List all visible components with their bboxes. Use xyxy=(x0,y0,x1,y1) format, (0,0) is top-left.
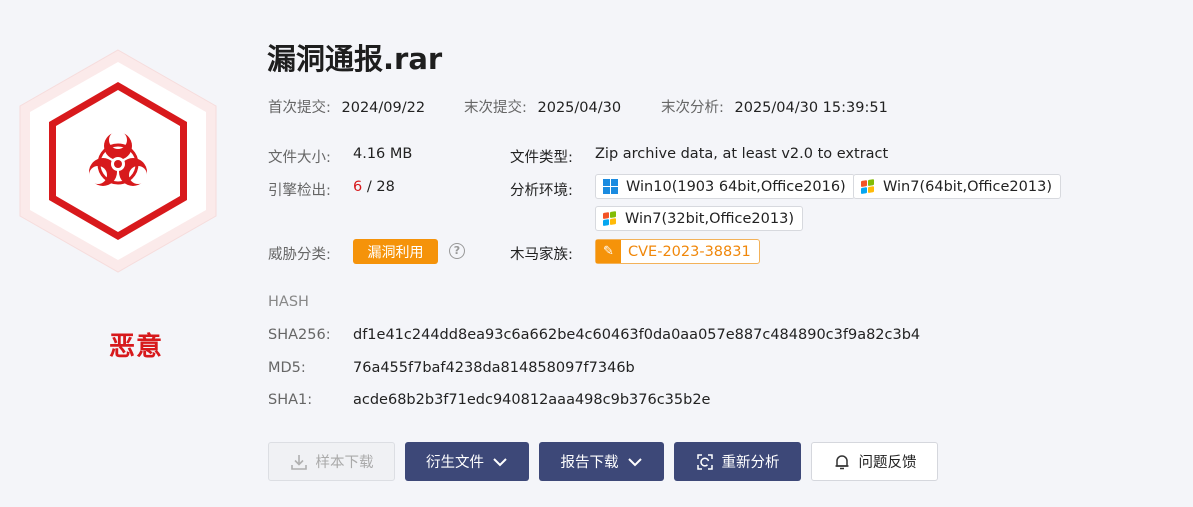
engines-row: 引擎检出: xyxy=(268,179,331,200)
bell-icon xyxy=(835,454,848,469)
reanalyze-button[interactable]: 重新分析 xyxy=(674,442,801,481)
engines-total: 28 xyxy=(376,179,395,195)
chevron-down-icon xyxy=(627,457,642,466)
download-sample-label: 样本下载 xyxy=(315,455,374,471)
meta-last-analysis: 末次分析: 2025/04/30 15:39:51 xyxy=(661,96,888,117)
meta-key: 末次提交: xyxy=(464,100,527,116)
sha256-row: SHA256: df1e41c244dd8ea93c6a662be4c60463f… xyxy=(268,327,920,343)
engines-value: 6 / 28 xyxy=(353,179,395,195)
env-key: 分析环境: xyxy=(510,183,573,199)
report-download-button[interactable]: 报告下载 xyxy=(539,442,664,481)
windows7-icon xyxy=(861,178,875,195)
family-key: 木马家族: xyxy=(510,247,573,263)
file-type-key: 文件类型: xyxy=(510,150,573,166)
engines-separator: / xyxy=(362,179,377,195)
meta-last-submit: 末次提交: 2025/04/30 xyxy=(464,96,621,117)
env-chip-win7-32[interactable]: Win7(32bit,Office2013) xyxy=(595,206,803,231)
meta-value: 2025/04/30 15:39:51 xyxy=(734,100,888,116)
feedback-button[interactable]: 问题反馈 xyxy=(811,442,938,481)
meta-first-submit: 首次提交: 2024/09/22 xyxy=(268,96,425,117)
env-label: Win10(1903 64bit,Office2016) xyxy=(626,178,846,195)
biohazard-icon xyxy=(89,131,147,186)
engines-detected: 6 xyxy=(353,179,363,195)
file-size-value: 4.16 MB xyxy=(353,146,413,162)
md5-value: 76a455f7baf4238da814858097f7346b xyxy=(353,360,635,376)
malware-family-tag[interactable]: ✎ CVE-2023-38831 xyxy=(595,239,760,264)
env-label: Win7(32bit,Office2013) xyxy=(625,210,794,227)
sha256-value: df1e41c244dd8ea93c6a662be4c60463f0da0aa0… xyxy=(353,327,921,343)
threat-key: 威胁分类: xyxy=(268,247,331,263)
derived-files-label: 衍生文件 xyxy=(426,455,484,471)
download-icon xyxy=(290,454,307,470)
windows7-icon xyxy=(603,210,617,227)
file-name-title: 漏洞通报.rar xyxy=(267,42,443,76)
derived-files-button[interactable]: 衍生文件 xyxy=(405,442,529,481)
chevron-down-icon xyxy=(493,457,507,466)
env-chip-win7-64[interactable]: Win7(64bit,Office2013) xyxy=(853,174,1061,199)
report-download-label: 报告下载 xyxy=(560,455,619,471)
meta-value: 2024/09/22 xyxy=(341,100,426,116)
refresh-icon xyxy=(696,453,713,470)
file-type-value: Zip archive data, at least v2.0 to extra… xyxy=(595,146,889,162)
env-chip-win10[interactable]: Win10(1903 64bit,Office2016) xyxy=(595,174,855,199)
sha256-key: SHA256: xyxy=(268,327,331,343)
sha1-key: SHA1: xyxy=(268,392,313,408)
meta-key: 首次提交: xyxy=(268,100,331,116)
meta-key: 末次分析: xyxy=(661,100,724,116)
windows10-icon xyxy=(603,179,618,194)
meta-value: 2025/04/30 xyxy=(537,100,622,116)
md5-key: MD5: xyxy=(268,360,306,376)
reanalyze-label: 重新分析 xyxy=(721,455,780,471)
verdict-badge xyxy=(18,48,218,274)
feedback-label: 问题反馈 xyxy=(858,455,917,471)
threat-row: 威胁分类: xyxy=(268,243,331,264)
verdict-panel: 恶意 xyxy=(18,48,218,362)
env-label: Win7(64bit,Office2013) xyxy=(883,178,1052,195)
help-icon[interactable]: ? xyxy=(449,243,465,259)
verdict-label: 恶意 xyxy=(108,332,163,362)
md5-row: MD5: 76a455f7baf4238da814858097f7346b xyxy=(268,360,635,376)
file-size-key: 文件大小: xyxy=(268,150,331,166)
hash-heading: HASH xyxy=(268,294,309,310)
sha1-row: SHA1: acde68b2b3f71edc940812aaa498c9b376c… xyxy=(268,392,710,408)
family-value: CVE-2023-38831 xyxy=(628,243,751,260)
file-size-row: 文件大小: xyxy=(268,146,331,167)
family-tag-icon: ✎ xyxy=(596,240,621,263)
download-sample-button[interactable]: 样本下载 xyxy=(268,442,395,481)
sha1-value: acde68b2b3f71edc940812aaa498c9b376c35b2e xyxy=(353,392,711,408)
threat-category-tag: 漏洞利用 xyxy=(353,239,438,264)
engines-key: 引擎检出: xyxy=(268,183,331,199)
